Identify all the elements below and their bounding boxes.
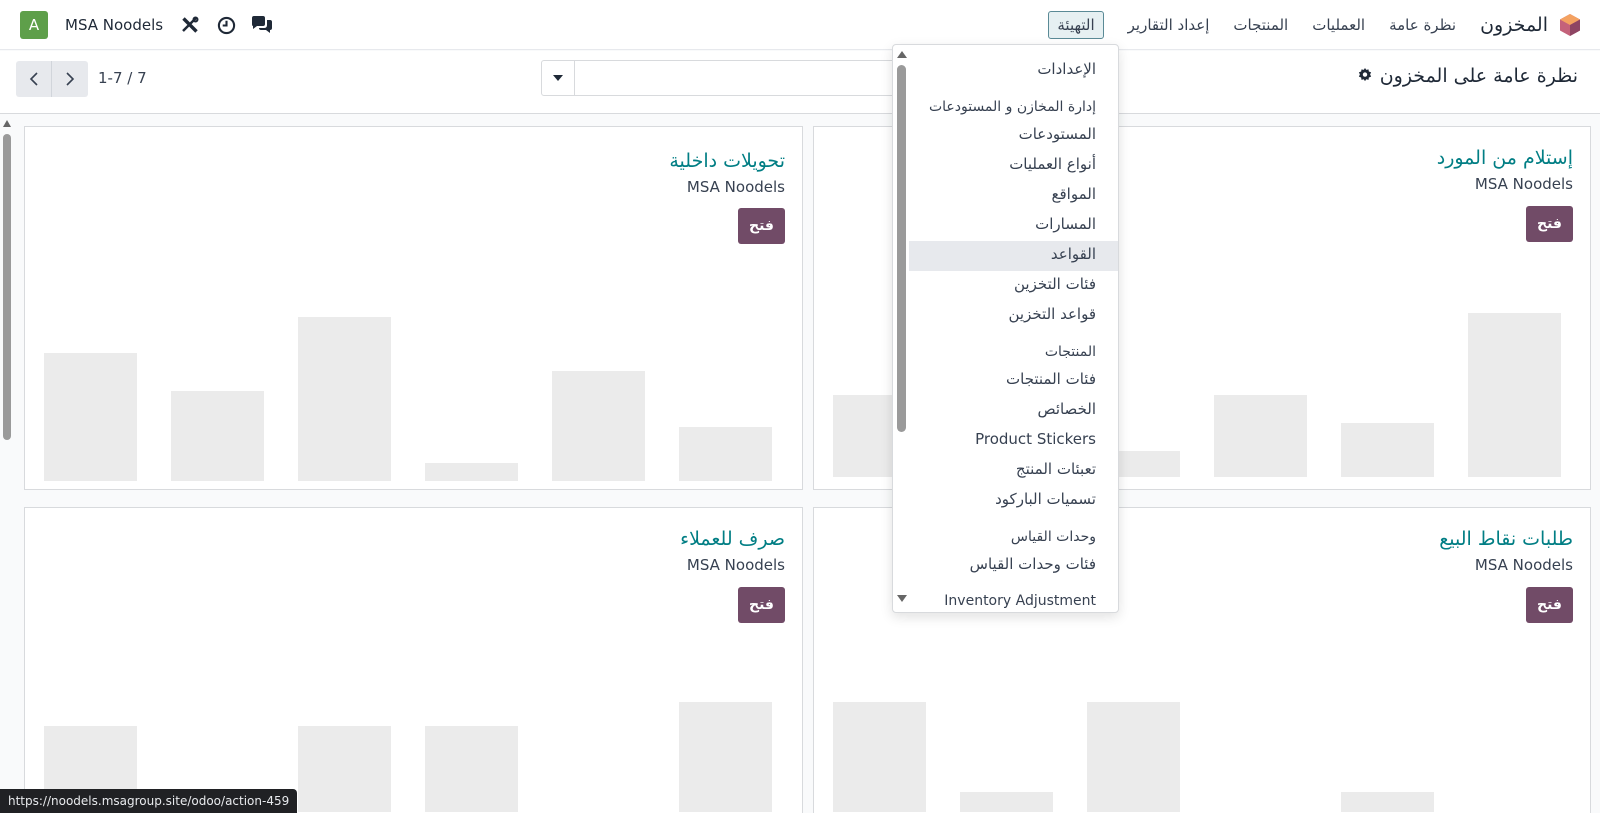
card-graph[interactable]	[814, 612, 1590, 812]
systray: A MSA Noodels	[20, 0, 273, 50]
top-navbar: المخزون نظرة عامة العمليات المنتجات إعدا…	[0, 0, 1600, 50]
kanban-content: إستلام من المورد MSA Noodels فتح تحويلات…	[0, 114, 1600, 813]
breadcrumb: نظرة عامة على المخزون	[1358, 65, 1578, 87]
dropdown-section-warehouse: إدارة المخازن و المستودعات	[928, 99, 1096, 115]
card-title[interactable]: تحويلات داخلية	[669, 150, 785, 172]
graph-bar	[425, 463, 518, 481]
dropdown-section-products: المنتجات	[1044, 344, 1096, 360]
card-company: MSA Noodels	[1474, 175, 1573, 193]
page-scrollbar[interactable]	[0, 114, 14, 813]
graph-bar	[1214, 395, 1307, 477]
chevron-left-icon	[29, 72, 38, 86]
graph-bar	[298, 317, 391, 481]
graph-bar	[679, 427, 772, 481]
page-title: نظرة عامة على المخزون	[1379, 65, 1578, 87]
dropdown-item-product-stickers[interactable]: Product Stickers	[975, 430, 1096, 448]
graph-bar	[679, 702, 772, 812]
card-internal-transfers[interactable]: تحويلات داخلية MSA Noodels فتح	[24, 126, 803, 490]
dropdown-item-uom-categories[interactable]: فئات وحدات القياس	[970, 555, 1096, 573]
pager-next-button[interactable]	[52, 61, 88, 97]
graph-bar	[1341, 792, 1434, 812]
main-menu: المخزون نظرة عامة العمليات المنتجات إعدا…	[1048, 0, 1582, 50]
app-title[interactable]: المخزون	[1480, 14, 1548, 36]
chat-icon[interactable]	[251, 14, 273, 36]
gear-icon[interactable]	[1358, 65, 1372, 87]
dropdown-item-product-categories[interactable]: فئات المنتجات	[1006, 370, 1096, 388]
pager-buttons	[16, 61, 88, 97]
scroll-thumb[interactable]	[3, 134, 11, 440]
card-graph[interactable]	[25, 281, 802, 481]
pager-previous-button[interactable]	[16, 61, 52, 97]
dropdown-item-settings[interactable]: الإعدادات	[1037, 60, 1096, 78]
card-graph[interactable]	[25, 612, 802, 812]
graph-bar	[298, 726, 391, 812]
dropdown-scroll-down[interactable]	[897, 595, 907, 602]
scroll-up-arrow[interactable]	[3, 120, 11, 127]
dropdown-section-uom: وحدات القياس	[1010, 529, 1096, 545]
dropdown-item-locations[interactable]: المواقع	[1052, 185, 1096, 203]
graph-bar	[171, 391, 264, 481]
menu-configuration[interactable]: التهيئة	[1048, 11, 1104, 39]
graph-bar	[1341, 423, 1434, 477]
graph-bar	[44, 353, 137, 481]
card-delivery-orders[interactable]: صرف للعملاء MSA Noodels فتح	[24, 507, 803, 813]
graph-bar	[1087, 702, 1180, 812]
card-title[interactable]: إستلام من المورد	[1437, 147, 1573, 169]
menu-overview[interactable]: نظرة عامة	[1389, 16, 1456, 34]
graph-bar	[552, 371, 645, 481]
dropdown-scroll-up[interactable]	[897, 51, 907, 58]
dropdown-item-product-packagings[interactable]: تعبئات المنتج	[1016, 460, 1096, 478]
configuration-dropdown: الإعدادات إدارة المخازن و المستودعات الم…	[892, 44, 1119, 613]
pager-value[interactable]: 1-7 / 7	[98, 69, 147, 87]
graph-bar	[425, 726, 518, 812]
dropdown-item-rules[interactable]: القواعد	[1051, 245, 1096, 263]
control-panel: 1-7 / 7 نظرة عامة على المخزون	[0, 51, 1600, 114]
dropdown-item-storage-categories[interactable]: فئات التخزين	[1014, 275, 1096, 293]
chevron-right-icon	[66, 72, 75, 86]
dropdown-scroll-thumb[interactable]	[897, 65, 906, 432]
company-switcher[interactable]: MSA Noodels	[65, 16, 163, 34]
status-bar-url: https://noodels.msagroup.site/odoo/actio…	[0, 789, 298, 813]
card-title[interactable]: صرف للعملاء	[680, 528, 785, 550]
card-company: MSA Noodels	[686, 178, 785, 196]
graph-bar	[1468, 313, 1561, 477]
graph-bar	[960, 792, 1053, 812]
caret-down-icon	[553, 75, 563, 81]
dropdown-item-routes[interactable]: المسارات	[1035, 215, 1096, 233]
menu-reporting[interactable]: إعداد التقارير	[1128, 16, 1210, 34]
graph-bar	[833, 702, 926, 812]
dropdown-item-warehouses[interactable]: المستودعات	[1019, 125, 1096, 143]
menu-products[interactable]: المنتجات	[1233, 16, 1288, 34]
dropdown-item-operation-types[interactable]: أنواع العمليات	[1009, 155, 1096, 173]
clock-icon[interactable]	[215, 14, 237, 36]
menu-operations[interactable]: العمليات	[1312, 16, 1365, 34]
inventory-app-icon[interactable]	[1558, 13, 1582, 37]
card-company: MSA Noodels	[686, 556, 785, 574]
search-bar[interactable]	[541, 60, 901, 96]
open-button[interactable]: فتح	[738, 208, 785, 244]
card-title[interactable]: طلبات نقاط البيع	[1439, 528, 1573, 550]
dropdown-item-attributes[interactable]: الخصائص	[1037, 400, 1096, 418]
dropdown-item-barcode-nomenclatures[interactable]: تسميات الباركود	[995, 490, 1096, 508]
search-options-toggle[interactable]	[542, 61, 575, 95]
dropdown-scrollbar[interactable]	[893, 45, 909, 612]
dropdown-section-inventory-adjustment: Inventory Adjustment	[944, 593, 1096, 609]
open-button[interactable]: فتح	[1526, 206, 1573, 242]
user-avatar[interactable]: A	[20, 11, 48, 39]
card-company: MSA Noodels	[1474, 556, 1573, 574]
tools-icon[interactable]	[179, 14, 201, 36]
dropdown-item-putaway-rules[interactable]: قواعد التخزين	[1009, 305, 1097, 323]
